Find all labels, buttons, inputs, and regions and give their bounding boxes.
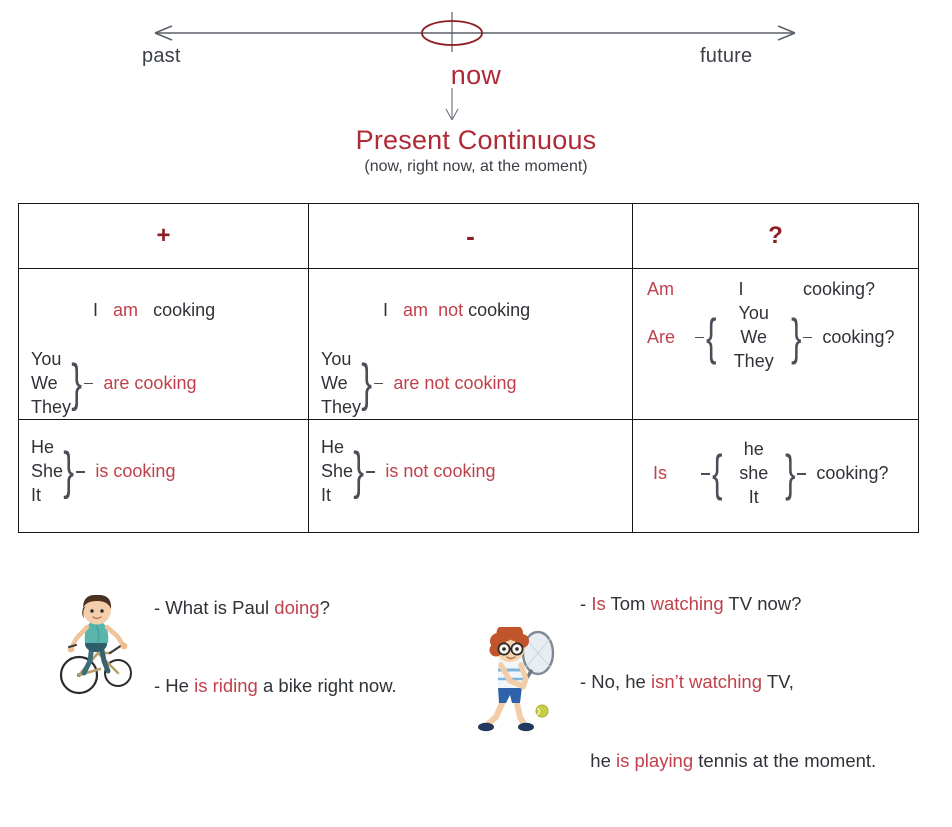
verb-phrase: are not cooking bbox=[393, 373, 517, 394]
auxiliary: Are bbox=[647, 327, 676, 348]
present-continuous-table: + - ? I am cooking You We They} are coo… bbox=[18, 203, 919, 534]
table-row: He She It } is cooking He She It} is no… bbox=[18, 419, 919, 534]
brace-left-icon: { bbox=[706, 308, 717, 365]
brace-right-icon: } bbox=[361, 353, 373, 412]
negation: not bbox=[438, 300, 464, 320]
pronoun: We bbox=[740, 326, 768, 347]
tick-icon bbox=[701, 473, 710, 475]
brace-right-icon: } bbox=[790, 308, 802, 365]
brace-left-icon: { bbox=[712, 445, 723, 502]
verb: cooking bbox=[468, 300, 531, 320]
pronoun: It bbox=[748, 486, 759, 507]
cell-negative-row1: I am not cooking You We They } are not c… bbox=[308, 267, 633, 421]
cell-question-row2: Is { he she It } cooking? bbox=[632, 419, 919, 534]
tick-icon bbox=[366, 471, 376, 473]
verb-phrase: is not cooking bbox=[385, 461, 496, 482]
tick-icon bbox=[374, 382, 384, 385]
page-title: Present Continuous bbox=[355, 125, 597, 155]
pronoun: They bbox=[733, 350, 774, 371]
example-left-line1: - What is Paul doing? bbox=[154, 596, 330, 618]
pronoun: she bbox=[739, 463, 769, 483]
pronoun: You bbox=[321, 349, 352, 369]
verb-phrase: is cooking bbox=[95, 461, 176, 482]
cell-negative-row2: He She It } is not cooking bbox=[308, 419, 633, 534]
auxiliary: Is bbox=[653, 463, 668, 484]
pronoun: She bbox=[321, 461, 354, 481]
example-right-line1: - Is Tom watching TV now? bbox=[580, 592, 802, 614]
header-negative: - bbox=[308, 203, 633, 269]
pronoun-group: You We They } are cooking bbox=[31, 348, 308, 419]
boy-riding-bicycle-illustration bbox=[59, 595, 132, 695]
header-question: ? bbox=[632, 203, 919, 269]
pronoun: he bbox=[743, 439, 764, 460]
timeline-now-label: now bbox=[450, 60, 502, 90]
arrow-down-icon bbox=[445, 88, 459, 120]
auxiliary: Am bbox=[647, 279, 674, 299]
page-subtitle: (now, right now, at the moment) bbox=[364, 158, 588, 176]
table-row: I am cooking You We They } are cooking I… bbox=[18, 267, 919, 421]
auxiliary: am bbox=[403, 300, 429, 320]
example-left: - What is Paul doing? - He is riding a b… bbox=[52, 542, 397, 752]
title-block: Present Continuous (now, right now, at t… bbox=[0, 126, 952, 176]
tick-icon bbox=[76, 471, 86, 473]
pronoun: It bbox=[31, 484, 42, 505]
timeline-diagram: past future now bbox=[0, 0, 952, 120]
header-positive: + bbox=[18, 203, 309, 269]
table-header-row: + - ? bbox=[18, 203, 919, 269]
brace-right-icon: } bbox=[784, 445, 796, 502]
pronoun: It bbox=[321, 484, 332, 505]
tick-icon bbox=[84, 382, 94, 385]
example-right: - Is Tom watching TV now? - No, he isn’t… bbox=[468, 538, 876, 827]
examples-section: - What is Paul doing? - He is riding a b… bbox=[0, 536, 952, 771]
verb: cooking bbox=[153, 300, 216, 320]
cell-question-row1: Am I cooking? Are { You We They } cookin… bbox=[632, 267, 919, 421]
brace-right-icon: } bbox=[353, 442, 365, 501]
verb: cooking? bbox=[816, 463, 889, 484]
brace-right-icon: } bbox=[71, 353, 83, 412]
verb: cooking? bbox=[822, 327, 895, 348]
pronoun: He bbox=[31, 437, 55, 458]
subject: I bbox=[738, 279, 744, 299]
example-right-line2: - No, he isn’t watching TV, bbox=[580, 671, 794, 693]
example-right-line3: he is playing tennis at the moment. bbox=[580, 750, 877, 772]
pronoun: They bbox=[31, 396, 72, 417]
pronoun: You bbox=[738, 303, 769, 323]
pronoun: He bbox=[321, 437, 345, 458]
tick-icon bbox=[803, 336, 813, 339]
pronoun-group: He She It } is not cooking bbox=[321, 436, 632, 507]
boy-playing-tennis-illustration bbox=[478, 627, 555, 732]
example-left-text: - What is Paul doing? - He is riding a b… bbox=[154, 542, 397, 752]
brace-right-icon: } bbox=[63, 442, 75, 501]
tick-icon bbox=[797, 473, 807, 475]
tick-icon bbox=[695, 336, 704, 339]
pronoun: They bbox=[321, 396, 362, 417]
pronoun: She bbox=[31, 461, 64, 481]
pronoun-group: He She It } is cooking bbox=[31, 436, 308, 507]
cell-positive-row2: He She It } is cooking bbox=[18, 419, 309, 534]
verb: cooking? bbox=[803, 279, 876, 299]
pronoun: We bbox=[321, 372, 348, 393]
auxiliary: am bbox=[113, 300, 139, 320]
example-left-line2: - He is riding a bike right now. bbox=[154, 675, 397, 697]
cell-positive-row1: I am cooking You We They } are cooking bbox=[18, 267, 309, 421]
pronoun: You bbox=[31, 349, 62, 369]
verb-phrase: are cooking bbox=[103, 373, 197, 394]
example-right-text: - Is Tom watching TV now? - No, he isn’t… bbox=[580, 538, 876, 827]
pronoun-group: You We They } are not cooking bbox=[321, 348, 632, 419]
pronoun: We bbox=[31, 372, 58, 393]
